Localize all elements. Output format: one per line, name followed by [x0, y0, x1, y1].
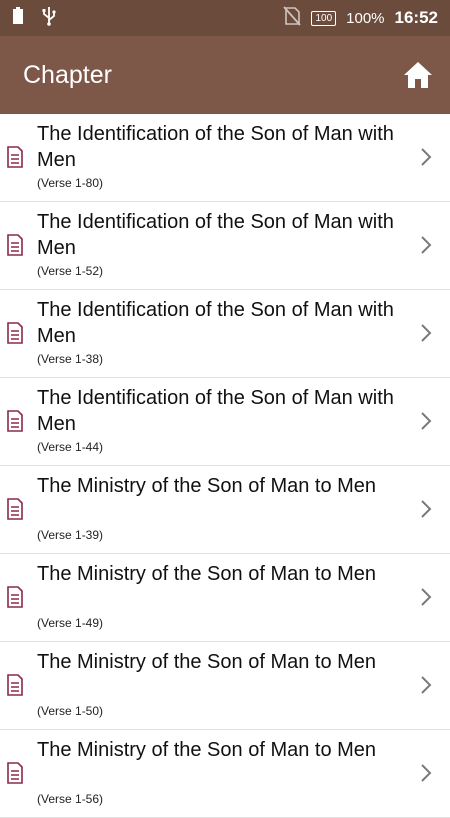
- status-left: [12, 6, 56, 31]
- status-bar: 100 100% 16:52: [0, 0, 450, 36]
- status-right: 100 100% 16:52: [283, 5, 438, 31]
- verse-range: (Verse 1-50): [37, 704, 104, 718]
- document-icon: [7, 762, 23, 784]
- chapter-title: The Ministry of the Son of Man to Men: [37, 651, 377, 673]
- document-icon: [7, 322, 23, 344]
- chevron-right-icon: [421, 764, 432, 782]
- document-icon: [7, 498, 23, 520]
- battery-saver-icon: [12, 6, 24, 30]
- no-sim-icon: [283, 5, 302, 31]
- chapter-title: The Identification of the Son of Man wit…: [37, 299, 394, 347]
- chapter-title: The Identification of the Son of Man wit…: [37, 123, 394, 171]
- verse-range: (Verse 1-49): [37, 616, 104, 630]
- chapter-row[interactable]: The Ministry of the Son of Man to Men (Ve…: [0, 730, 450, 818]
- home-icon: [404, 62, 432, 88]
- chevron-right-icon: [421, 236, 432, 254]
- battery-level-indicator: 100: [311, 10, 337, 26]
- verse-range: (Verse 1-38): [37, 352, 104, 366]
- chapter-list: The Identification of the Son of Man wit…: [0, 114, 450, 818]
- chapter-title: The Ministry of the Son of Man to Men: [37, 563, 377, 585]
- chevron-right-icon: [421, 148, 432, 166]
- chapter-row[interactable]: The Identification of the Son of Man wit…: [0, 290, 450, 378]
- chevron-right-icon: [421, 412, 432, 430]
- chapter-title: The Ministry of the Son of Man to Men: [37, 475, 377, 497]
- chapter-row[interactable]: The Identification of the Son of Man wit…: [0, 202, 450, 290]
- chapter-title: The Identification of the Son of Man wit…: [37, 211, 394, 259]
- clock: 16:52: [394, 8, 438, 27]
- chevron-right-icon: [421, 676, 432, 694]
- chevron-right-icon: [421, 588, 432, 606]
- document-icon: [7, 410, 23, 432]
- chapter-title: The Ministry of the Son of Man to Men: [37, 739, 377, 761]
- chapter-row[interactable]: The Ministry of the Son of Man to Men (Ve…: [0, 642, 450, 730]
- document-icon: [7, 586, 23, 608]
- chapter-title: The Identification of the Son of Man wit…: [37, 387, 394, 435]
- chapter-row[interactable]: The Ministry of the Son of Man to Men (Ve…: [0, 554, 450, 642]
- usb-icon: [42, 6, 56, 31]
- chapter-row[interactable]: The Ministry of the Son of Man to Men (Ve…: [0, 466, 450, 554]
- verse-range: (Verse 1-80): [37, 176, 104, 190]
- verse-range: (Verse 1-44): [37, 440, 104, 454]
- document-icon: [7, 674, 23, 696]
- app-bar: Chapter: [0, 36, 450, 114]
- chevron-right-icon: [421, 324, 432, 342]
- chevron-right-icon: [421, 500, 432, 518]
- chapter-row[interactable]: The Identification of the Son of Man wit…: [0, 114, 450, 202]
- verse-range: (Verse 1-56): [37, 792, 104, 806]
- document-icon: [7, 146, 23, 168]
- chapter-row[interactable]: The Identification of the Son of Man wit…: [0, 378, 450, 466]
- page-title: Chapter: [23, 60, 112, 89]
- verse-range: (Verse 1-39): [37, 528, 104, 542]
- document-icon: [7, 234, 23, 256]
- home-button[interactable]: [400, 57, 436, 93]
- verse-range: (Verse 1-52): [37, 264, 104, 278]
- battery-percent: 100%: [346, 9, 385, 27]
